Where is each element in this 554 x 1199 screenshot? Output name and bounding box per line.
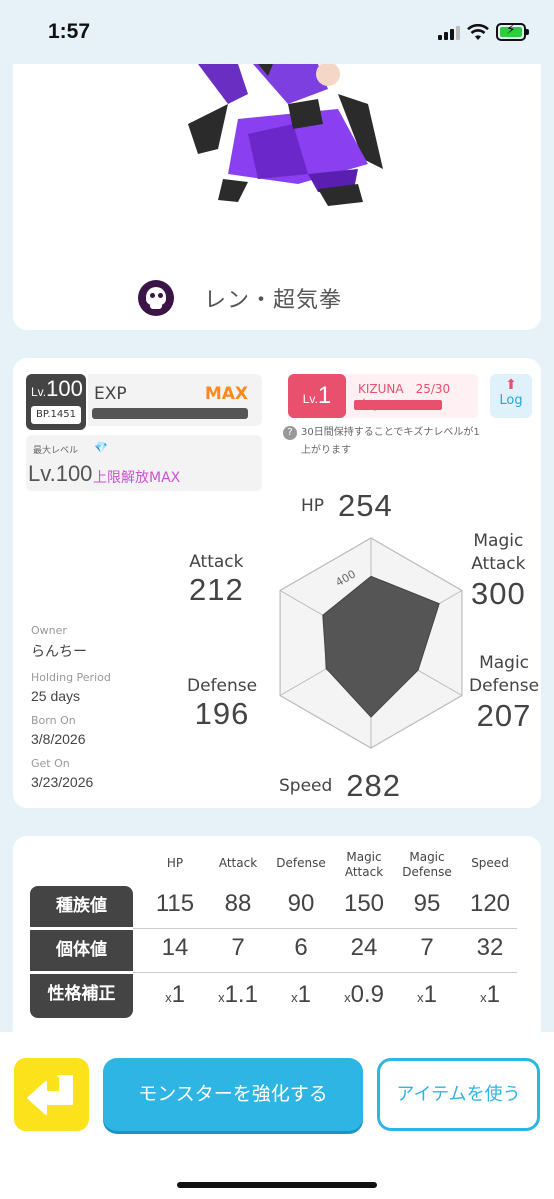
log-icon: ⬆ bbox=[505, 377, 517, 393]
back-button[interactable] bbox=[14, 1058, 89, 1131]
status-bar: 1:57 ⚡ bbox=[0, 0, 554, 64]
header-hp: HP bbox=[166, 856, 184, 870]
level-value: 100 bbox=[46, 376, 83, 401]
monster-card: レン・超気拳 bbox=[13, 64, 541, 330]
table-cell: x1 bbox=[417, 981, 437, 1008]
table-cell: x1 bbox=[480, 981, 500, 1008]
stat-hp: HP 254 bbox=[301, 488, 393, 523]
kizuna-level: Lv.1 bbox=[288, 374, 346, 418]
stat-attack: Attack 212 bbox=[189, 552, 244, 607]
battery-icon: ⚡ bbox=[496, 22, 529, 41]
limit-unlock-text: 上限解放MAX bbox=[93, 470, 181, 486]
level-badge: Lv.100 BP.1451 bbox=[26, 374, 86, 430]
gem-icon: 💎 bbox=[94, 441, 108, 454]
header-magic-attack: Magic Attack bbox=[344, 850, 384, 879]
kizuna-box: Lv.1 KIZUNA 25/30 days bbox=[288, 374, 478, 418]
stat-defense: Defense 196 bbox=[187, 676, 258, 731]
table-cell: 95 bbox=[413, 890, 441, 917]
log-button[interactable]: ⬆ Log bbox=[490, 374, 532, 418]
enhance-monster-button[interactable]: モンスターを強化する bbox=[103, 1058, 363, 1131]
level-prefix: Lv. bbox=[31, 385, 47, 399]
table-cell: 7 bbox=[420, 934, 434, 961]
get-label: Get On bbox=[31, 757, 70, 770]
holding-label: Holding Period bbox=[31, 671, 111, 684]
table-cell: 150 bbox=[343, 890, 385, 917]
stat-speed: Speed 282 bbox=[279, 768, 402, 803]
max-level-caption: 最大レベル bbox=[33, 446, 79, 456]
table-cell: 88 bbox=[224, 890, 252, 917]
table-cell: 7 bbox=[231, 934, 245, 961]
monster-name: レン・超気拳 bbox=[204, 288, 343, 313]
header-magic-defense: Magic Defense bbox=[402, 850, 452, 879]
table-cell: 120 bbox=[469, 890, 511, 917]
action-bar: モンスターを強化する アイテムを使う bbox=[0, 1032, 554, 1199]
skull-icon bbox=[138, 280, 174, 316]
clock: 1:57 bbox=[48, 20, 91, 43]
get-value: 3/23/2026 bbox=[31, 774, 94, 790]
table-cell: 6 bbox=[294, 934, 308, 961]
table-cell: x0.9 bbox=[344, 981, 384, 1008]
header-speed: Speed bbox=[471, 856, 509, 870]
back-arrow-icon bbox=[27, 1075, 73, 1115]
table-cell: 14 bbox=[161, 934, 189, 961]
signal-icon bbox=[438, 26, 460, 40]
table-cell: 115 bbox=[155, 890, 195, 917]
stats-radar-chart: 400 bbox=[279, 537, 463, 749]
monster-image bbox=[188, 64, 383, 206]
table-cell: 32 bbox=[476, 934, 504, 961]
table-cell: x1 bbox=[291, 981, 311, 1008]
exp-box: EXP MAX bbox=[88, 374, 262, 426]
row-label-base: 種族値 bbox=[30, 886, 133, 927]
max-level-value: Lv.100 bbox=[28, 461, 93, 486]
log-label: Log bbox=[499, 393, 523, 408]
owner-label: Owner bbox=[31, 624, 67, 637]
home-indicator bbox=[177, 1182, 377, 1188]
kizuna-progress-bar bbox=[354, 400, 442, 410]
max-level-box: 最大レベル 💎 Lv.100 上限解放MAX bbox=[26, 435, 262, 491]
owner-info: Owner らんちー Holding Period 25 days Born O… bbox=[31, 624, 111, 800]
wifi-icon bbox=[467, 24, 489, 40]
status-card: Lv.100 BP.1451 EXP MAX 最大レベル 💎 Lv.100 上限… bbox=[13, 358, 541, 808]
table-cell: x1.1 bbox=[218, 981, 258, 1008]
exp-value: MAX bbox=[204, 384, 248, 404]
use-item-button[interactable]: アイテムを使う bbox=[377, 1058, 540, 1131]
table-cell: 24 bbox=[350, 934, 378, 961]
table-cell: x1 bbox=[165, 981, 185, 1008]
table-cell: 90 bbox=[287, 890, 315, 917]
stats-table: 種族値 個体値 性格補正 HP Attack Defense Magic Attack… bbox=[13, 836, 541, 1032]
divider bbox=[133, 972, 517, 973]
holding-value: 25 days bbox=[31, 688, 81, 704]
help-icon: ? bbox=[283, 426, 297, 440]
header-attack: Attack bbox=[218, 856, 258, 870]
exp-bar bbox=[92, 408, 248, 419]
row-label-nature: 性格補正 bbox=[30, 974, 133, 1018]
kizuna-note: ? 30日間保持することでキズナレベルが1上がります bbox=[283, 424, 483, 460]
exp-label: EXP bbox=[94, 384, 127, 404]
born-value: 3/8/2026 bbox=[31, 731, 86, 747]
divider bbox=[133, 928, 517, 929]
header-defense: Defense bbox=[276, 856, 326, 870]
row-label-iv: 個体値 bbox=[30, 930, 133, 971]
born-label: Born On bbox=[31, 714, 76, 727]
owner-value: らんちー bbox=[31, 643, 87, 659]
bp-value: BP.1451 bbox=[31, 406, 81, 424]
